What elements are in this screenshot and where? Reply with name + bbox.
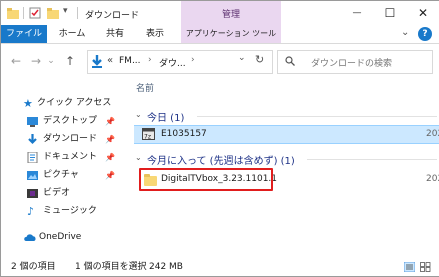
nav-item-label: デスクトップ xyxy=(43,116,98,126)
new-folder-icon[interactable] xyxy=(47,7,59,19)
nav-quick-access[interactable]: ★ クイック アクセス xyxy=(1,95,125,112)
desktop-icon xyxy=(27,116,38,127)
group-collapse-chevron-icon[interactable]: ⌄ xyxy=(135,110,142,119)
breadcrumb-part[interactable]: ダウ... xyxy=(159,56,186,69)
path-overflow-icon[interactable]: « xyxy=(107,55,113,66)
nav-item-label: ダウンロード xyxy=(43,134,98,144)
help-icon[interactable]: ? xyxy=(418,27,432,41)
status-bar: 2 個の項目 1 個の項目を選択 242 MB xyxy=(1,258,439,276)
forward-arrow-icon[interactable]: → xyxy=(27,52,45,70)
group-header-today[interactable]: 今日 (1) xyxy=(147,109,184,124)
tab-view[interactable]: 表示 xyxy=(135,25,175,43)
ribbon-expand-icon[interactable]: ⌄ xyxy=(401,27,409,38)
window-title: ダウンロード xyxy=(85,11,140,21)
status-size: 242 MB xyxy=(149,262,183,272)
search-input[interactable]: ダウンロードの検索 xyxy=(311,56,392,69)
download-location-icon xyxy=(91,54,103,68)
column-header-name[interactable]: 名前 xyxy=(136,81,154,94)
nav-item-videos[interactable]: ビデオ xyxy=(1,185,125,202)
pin-icon[interactable]: 📌 xyxy=(105,113,115,130)
manage-tab-label[interactable]: 管理 xyxy=(181,7,281,20)
maximize-button[interactable]: ☐ xyxy=(374,1,406,25)
close-button[interactable]: ✕ xyxy=(407,1,439,25)
nav-item-desktop[interactable]: デスクトップ 📌 xyxy=(1,113,125,130)
group-divider xyxy=(307,159,437,160)
recent-locations-chevron-icon[interactable]: ⌄ xyxy=(45,52,57,70)
nav-item-label: ピクチャ xyxy=(43,170,79,180)
breadcrumb-chevron-icon[interactable]: › xyxy=(191,55,195,65)
pin-icon[interactable]: 📌 xyxy=(105,149,115,166)
explorer-window: 管理 ▾ ダウンロード — ☐ ✕ ファイル ホーム 共有 表示 アプリケーショ… xyxy=(0,0,439,277)
music-note-icon: ♪ xyxy=(27,205,35,218)
group-collapse-chevron-icon[interactable]: ⌄ xyxy=(135,153,142,162)
nav-item-downloads[interactable]: ダウンロード 📌 xyxy=(1,131,125,148)
tab-application-tools[interactable]: アプリケーション ツール xyxy=(181,25,281,43)
nav-onedrive-label: OneDrive xyxy=(39,232,82,242)
status-item-count: 2 個の項目 xyxy=(11,262,56,272)
breadcrumb-part[interactable]: FM... xyxy=(119,56,141,66)
qat-customize-icon[interactable]: ▾ xyxy=(63,6,68,16)
qat-separator xyxy=(77,7,78,19)
document-icon xyxy=(27,151,38,164)
pin-icon[interactable]: 📌 xyxy=(105,131,115,148)
search-icon xyxy=(285,56,295,66)
nav-item-music[interactable]: ♪ ミュージック xyxy=(1,203,125,220)
file-date: 202 xyxy=(426,174,439,184)
up-arrow-icon[interactable]: ↑ xyxy=(61,52,79,70)
large-icons-view-icon[interactable] xyxy=(420,262,431,272)
nav-item-pictures[interactable]: ピクチャ 📌 xyxy=(1,167,125,184)
tab-home[interactable]: ホーム xyxy=(49,25,95,43)
group-divider xyxy=(197,116,437,117)
back-arrow-icon[interactable]: ← xyxy=(7,52,25,70)
cloud-icon xyxy=(23,233,36,242)
status-selection: 1 個の項目を選択 xyxy=(75,262,147,272)
group-header-this-month[interactable]: 今月に入って (先週は含めず) (1) xyxy=(147,152,295,167)
refresh-icon[interactable]: ↻ xyxy=(255,53,264,66)
nav-item-documents[interactable]: ドキュメント 📌 xyxy=(1,149,125,166)
nav-item-label: ビデオ xyxy=(43,188,71,198)
nav-quick-access-label: クイック アクセス xyxy=(37,98,112,108)
picture-icon xyxy=(27,170,38,181)
video-icon xyxy=(27,188,38,199)
tab-file[interactable]: ファイル xyxy=(1,25,47,43)
star-icon: ★ xyxy=(23,97,33,110)
ribbon-divider xyxy=(1,43,439,44)
highlight-box xyxy=(139,168,273,191)
file-name[interactable]: E1035157 xyxy=(161,129,207,139)
breadcrumb-chevron-icon[interactable]: › xyxy=(148,55,152,65)
folder-app-icon xyxy=(7,7,19,19)
svg-text:7z: 7z xyxy=(144,134,151,141)
download-arrow-icon xyxy=(27,134,38,145)
details-view-icon[interactable] xyxy=(403,261,416,273)
properties-icon[interactable] xyxy=(29,7,41,19)
minimize-button[interactable]: — xyxy=(341,1,373,25)
nav-onedrive[interactable]: OneDrive xyxy=(1,229,125,246)
tab-share[interactable]: 共有 xyxy=(97,25,133,43)
qat-separator xyxy=(23,7,24,19)
nav-item-label: ドキュメント xyxy=(43,152,98,162)
executable-icon: 7z xyxy=(142,128,155,141)
nav-item-label: ミュージック xyxy=(43,206,97,216)
address-dropdown-icon[interactable]: ⌄ xyxy=(238,53,246,63)
file-date: 202 xyxy=(426,129,439,139)
pin-icon[interactable]: 📌 xyxy=(105,167,115,184)
